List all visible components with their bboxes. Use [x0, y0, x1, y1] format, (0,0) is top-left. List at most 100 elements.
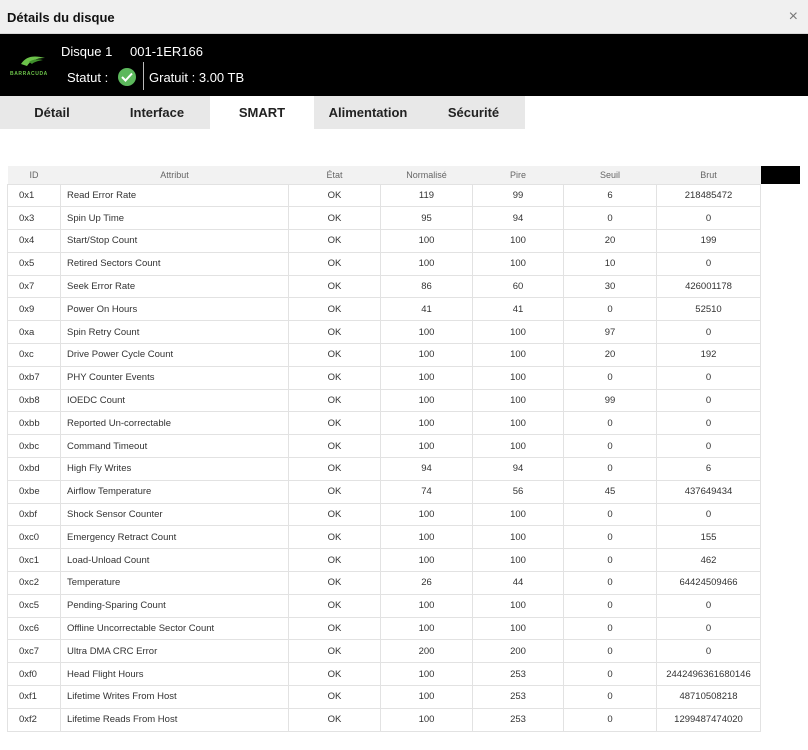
table-row[interactable]: 0xc1 Load-Unload Count OK 100 100 0 462	[7, 548, 761, 573]
column-header-pire[interactable]: Pire	[472, 166, 564, 184]
cell-etat: OK	[288, 251, 381, 276]
cell-id: 0x1	[7, 183, 61, 208]
cell-brut: 218485472	[656, 183, 761, 208]
cell-brut: 0	[656, 434, 761, 459]
table-row[interactable]: 0xc2 Temperature OK 26 44 0 64424509466	[7, 571, 761, 595]
table-row[interactable]: 0xbe Airflow Temperature OK 74 56 45 437649434	[7, 479, 761, 504]
cell-seuil: 45	[563, 479, 657, 504]
cell-pire: 100	[472, 525, 564, 550]
table-row[interactable]: 0xc0 Emergency Retract Count OK 100 100 0 155	[7, 525, 761, 550]
cell-id: 0xbb	[7, 411, 61, 436]
table-row[interactable]: 0x9 Power On Hours OK 41 41 0 52510	[7, 297, 761, 322]
cell-brut: 0	[656, 206, 761, 231]
cell-normalise: 100	[380, 411, 473, 436]
tab-bar: Détail Interface SMART Alimentation Sécu…	[0, 96, 525, 129]
cell-id: 0xa	[7, 320, 61, 345]
cell-normalise: 100	[380, 525, 473, 550]
cell-pire: 253	[472, 662, 564, 687]
cell-attribut: Temperature	[60, 571, 289, 595]
table-row[interactable]: 0xbb Reported Un-correctable OK 100 100 0 0	[7, 411, 761, 436]
smart-table: ID Attribut État Normalisé Pire Seuil Br…	[7, 166, 761, 732]
table-row[interactable]: 0x5 Retired Sectors Count OK 100 100 10 0	[7, 251, 761, 276]
column-header-seuil[interactable]: Seuil	[563, 166, 657, 184]
cell-seuil: 0	[563, 685, 657, 709]
cell-pire: 100	[472, 343, 564, 367]
cell-pire: 100	[472, 434, 564, 459]
cell-normalise: 95	[380, 206, 473, 231]
table-row[interactable]: 0xa Spin Retry Count OK 100 100 97 0	[7, 320, 761, 345]
cell-brut: 0	[656, 365, 761, 390]
tab-alimentation[interactable]: Alimentation	[314, 96, 422, 129]
table-row[interactable]: 0x1 Read Error Rate OK 119 99 6 218485472	[7, 183, 761, 208]
column-header-brut[interactable]: Brut	[656, 166, 761, 184]
table-row[interactable]: 0x7 Seek Error Rate OK 86 60 30 426001178	[7, 274, 761, 299]
cell-id: 0xc2	[7, 571, 61, 595]
cell-id: 0xf1	[7, 685, 61, 709]
cell-attribut: High Fly Writes	[60, 457, 289, 481]
cell-normalise: 100	[380, 707, 473, 732]
table-header-row: ID Attribut État Normalisé Pire Seuil Br…	[7, 166, 761, 184]
table-row[interactable]: 0xbc Command Timeout OK 100 100 0 0	[7, 434, 761, 459]
cell-attribut: Spin Retry Count	[60, 320, 289, 345]
table-row[interactable]: 0xc5 Pending-Sparing Count OK 100 100 0 0	[7, 593, 761, 618]
barracuda-logo-icon	[21, 56, 45, 66]
table-row[interactable]: 0xf0 Head Flight Hours OK 100 253 0 2442496361…	[7, 662, 761, 687]
cell-pire: 100	[472, 616, 564, 641]
table-row[interactable]: 0xb7 PHY Counter Events OK 100 100 0 0	[7, 365, 761, 390]
cell-seuil: 0	[563, 639, 657, 664]
tab-detail[interactable]: Détail	[0, 96, 104, 129]
cell-attribut: Emergency Retract Count	[60, 525, 289, 550]
cell-attribut: Shock Sensor Counter	[60, 502, 289, 527]
cell-brut: 0	[656, 411, 761, 436]
cell-etat: OK	[288, 297, 381, 322]
tab-smart[interactable]: SMART	[210, 96, 314, 129]
cell-brut: 0	[656, 593, 761, 618]
column-header-etat[interactable]: État	[288, 166, 381, 184]
cell-brut: 426001178	[656, 274, 761, 299]
brand-logo: BARRACUDA	[10, 54, 56, 82]
table-row[interactable]: 0xbd High Fly Writes OK 94 94 0 6	[7, 457, 761, 481]
table-row[interactable]: 0xc7 Ultra DMA CRC Error OK 200 200 0 0	[7, 639, 761, 664]
cell-etat: OK	[288, 685, 381, 709]
column-header-attribut[interactable]: Attribut	[60, 166, 289, 184]
table-body: 0x1 Read Error Rate OK 119 99 6 218485472 0x3 Sp…	[7, 183, 761, 732]
column-header-normalise[interactable]: Normalisé	[380, 166, 473, 184]
cell-seuil: 6	[563, 183, 657, 208]
cell-attribut: Head Flight Hours	[60, 662, 289, 687]
table-row[interactable]: 0xf1 Lifetime Writes From Host OK 100 253 0 48…	[7, 685, 761, 709]
cell-etat: OK	[288, 616, 381, 641]
cell-etat: OK	[288, 548, 381, 573]
table-row[interactable]: 0xbf Shock Sensor Counter OK 100 100 0 0	[7, 502, 761, 527]
cell-brut: 0	[656, 388, 761, 413]
cell-pire: 56	[472, 479, 564, 504]
column-header-id[interactable]: ID	[7, 166, 61, 184]
cell-attribut: Drive Power Cycle Count	[60, 343, 289, 367]
cell-id: 0x9	[7, 297, 61, 322]
table-row[interactable]: 0xc Drive Power Cycle Count OK 100 100 20 192	[7, 343, 761, 367]
table-row[interactable]: 0x4 Start/Stop Count OK 100 100 20 199	[7, 229, 761, 253]
smart-table-container: ID Attribut État Normalisé Pire Seuil Br…	[7, 166, 761, 732]
cell-attribut: Pending-Sparing Count	[60, 593, 289, 618]
cell-seuil: 0	[563, 206, 657, 231]
cell-normalise: 200	[380, 639, 473, 664]
table-row[interactable]: 0xc6 Offline Uncorrectable Sector Count OK…	[7, 616, 761, 641]
cell-pire: 100	[472, 388, 564, 413]
table-row[interactable]: 0x3 Spin Up Time OK 95 94 0 0	[7, 206, 761, 231]
cell-normalise: 41	[380, 297, 473, 322]
cell-pire: 100	[472, 251, 564, 276]
cell-attribut: Load-Unload Count	[60, 548, 289, 573]
cell-seuil: 30	[563, 274, 657, 299]
cell-normalise: 26	[380, 571, 473, 595]
cell-etat: OK	[288, 525, 381, 550]
cell-brut: 0	[656, 616, 761, 641]
cell-brut: 192	[656, 343, 761, 367]
cell-etat: OK	[288, 206, 381, 231]
close-icon[interactable]: ×	[789, 8, 798, 26]
tab-interface[interactable]: Interface	[104, 96, 210, 129]
table-row[interactable]: 0xf2 Lifetime Reads From Host OK 100 253 0 129…	[7, 707, 761, 732]
cell-attribut: Airflow Temperature	[60, 479, 289, 504]
tab-securite[interactable]: Sécurité	[422, 96, 525, 129]
table-row[interactable]: 0xb8 IOEDC Count OK 100 100 99 0	[7, 388, 761, 413]
cell-attribut: Power On Hours	[60, 297, 289, 322]
cell-brut: 0	[656, 639, 761, 664]
